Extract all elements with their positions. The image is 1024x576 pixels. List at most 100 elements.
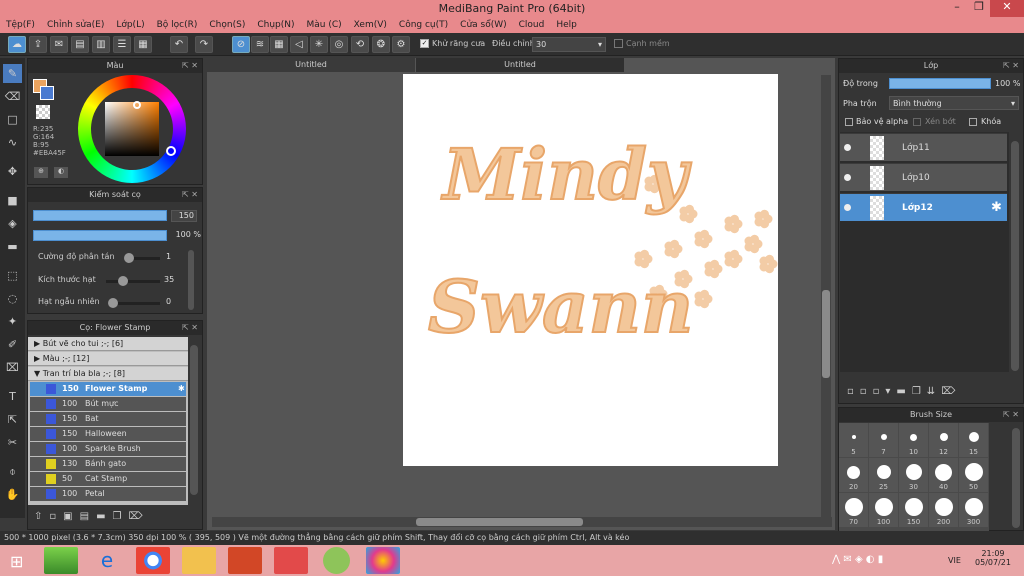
brush-control-scrollbar[interactable] xyxy=(188,250,194,310)
brush-item[interactable]: 100 Bút mực xyxy=(30,397,186,411)
select-rect-icon[interactable]: ⬚ xyxy=(3,266,22,285)
gear-icon[interactable]: ✱ xyxy=(178,382,185,396)
brush-size-cell[interactable]: 25 xyxy=(869,458,898,492)
circle-snap-icon[interactable]: ◎ xyxy=(330,36,348,53)
particle-size-knob[interactable] xyxy=(118,276,128,286)
curve-snap-icon[interactable]: ⟲ xyxy=(351,36,369,53)
app-grid-icon[interactable] xyxy=(274,547,308,574)
brush-size-cell[interactable]: 50 xyxy=(959,458,988,492)
brush-list-scrollbar[interactable] xyxy=(190,345,198,495)
brush-item[interactable]: 100 Petal xyxy=(30,487,186,501)
brush-size-cell[interactable]: 70 xyxy=(839,493,868,527)
panel-close-icon[interactable]: ⇱ ✕ xyxy=(182,188,198,202)
particle-size-slider[interactable] xyxy=(106,280,160,283)
brush-size-cell[interactable]: 15 xyxy=(959,423,988,457)
powerpoint-icon[interactable] xyxy=(228,547,262,574)
brush-size-cell[interactable]: 12 xyxy=(929,423,958,457)
layer-row[interactable]: Lớp10 xyxy=(840,163,1007,191)
chrome-icon[interactable] xyxy=(136,547,170,574)
menu-help[interactable]: Help xyxy=(556,20,577,30)
eyedrop-color-icon[interactable]: ◐ xyxy=(54,167,68,178)
clip-checkbox[interactable] xyxy=(913,118,921,126)
parallel-snap-icon[interactable]: ≋ xyxy=(251,36,269,53)
rect-tool-icon[interactable]: □ xyxy=(3,110,22,129)
blur-tool-icon[interactable]: ∿ xyxy=(3,133,22,152)
canvas-paper[interactable]: Mindy Swann xyxy=(403,74,778,466)
soft-edge-checkbox[interactable] xyxy=(614,39,623,48)
brush-size-cell[interactable]: 200 xyxy=(929,493,958,527)
bucket-tool-icon[interactable]: ◈ xyxy=(3,214,22,233)
clock[interactable]: 21:09 05/07/21 xyxy=(972,549,1014,567)
menu-filter[interactable]: Bộ lọc(R) xyxy=(157,20,198,30)
export-icon[interactable]: ⇪ xyxy=(29,36,47,53)
tray-icons[interactable]: ⋀ ✉ ◈ ◐ ▮ xyxy=(832,554,883,565)
ring-snap-icon[interactable]: ❂ xyxy=(372,36,390,53)
panel-close-icon[interactable]: ⇱ ✕ xyxy=(182,59,198,73)
perspective-snap-icon[interactable]: ◁ xyxy=(290,36,308,53)
menu-window[interactable]: Cửa sổ(W) xyxy=(460,20,506,30)
brush-item[interactable]: 50 Cat Stamp xyxy=(30,472,186,486)
sv-cursor[interactable] xyxy=(133,101,141,109)
brush-size-cell[interactable]: 5 xyxy=(839,423,868,457)
brush-item[interactable]: 130 Bánh gato xyxy=(30,457,186,471)
maximize-button[interactable]: ❐ xyxy=(966,0,992,17)
size-slider[interactable] xyxy=(33,210,167,221)
eyedropper-tool-icon[interactable]: ⌽ xyxy=(3,462,22,481)
blend-select[interactable]: Bình thường ▾ xyxy=(889,96,1019,110)
layer-opacity-slider[interactable] xyxy=(889,78,991,89)
brush-group[interactable]: ▶ Bút vẽ cho tui ;-; [6] xyxy=(28,337,188,351)
menu-layer[interactable]: Lớp(L) xyxy=(116,20,144,30)
brush-size-cell[interactable]: 150 xyxy=(899,493,928,527)
layer-row-selected[interactable]: Lớp12 ✱ xyxy=(840,193,1007,221)
brush-size-cell[interactable]: 10 xyxy=(899,423,928,457)
list-icon[interactable]: ☰ xyxy=(113,36,131,53)
hand-tool-icon[interactable]: ✋ xyxy=(3,485,22,504)
bluestacks-icon[interactable] xyxy=(44,547,78,574)
brush-item[interactable]: 150 Bat xyxy=(30,412,186,426)
menu-snap[interactable]: Chụp(N) xyxy=(257,20,294,30)
tab-untitled-1[interactable]: Untitled xyxy=(207,58,415,72)
palette-icon[interactable]: ⊕ xyxy=(34,167,48,178)
panel-close-icon[interactable]: ⇱ ✕ xyxy=(1003,408,1019,422)
antialias-checkbox[interactable]: ✓ xyxy=(420,39,429,48)
canvas-h-scrollbar-track[interactable] xyxy=(212,517,832,527)
background-swatch[interactable] xyxy=(40,86,54,100)
panel-close-icon[interactable]: ⇱ ✕ xyxy=(182,321,198,335)
scatter-knob[interactable] xyxy=(124,253,134,263)
add-layer-menu-icon[interactable]: ▾ xyxy=(885,386,896,397)
new-8bit-layer-icon[interactable]: ▫ xyxy=(873,386,886,397)
fill-rect-tool-icon[interactable]: ■ xyxy=(3,191,22,210)
brush-item[interactable]: 150 Flower Stamp ✱ xyxy=(30,382,186,396)
menu-file[interactable]: Tệp(F) xyxy=(6,20,35,30)
visibility-icon[interactable] xyxy=(844,144,851,151)
menu-edit[interactable]: Chỉnh sửa(E) xyxy=(47,20,104,30)
grid-snap-icon[interactable]: ▦ xyxy=(270,36,288,53)
layer-row[interactable]: Lớp11 xyxy=(840,133,1007,161)
canvas-h-scrollbar-thumb[interactable] xyxy=(416,518,583,526)
lasso-tool-icon[interactable]: ◌ xyxy=(3,289,22,308)
brush-size-cell[interactable]: 30 xyxy=(899,458,928,492)
menu-select[interactable]: Chọn(S) xyxy=(209,20,245,30)
brush-settings-icon[interactable]: ▤ xyxy=(80,511,96,522)
eraser-tool-icon[interactable]: ⌫ xyxy=(3,87,22,106)
size-value[interactable]: 150 xyxy=(171,210,197,222)
input-language[interactable]: VIE xyxy=(948,556,961,565)
brush-size-cell[interactable]: 40 xyxy=(929,458,958,492)
opacity-slider[interactable] xyxy=(33,230,167,241)
lock-checkbox[interactable] xyxy=(969,118,977,126)
magic-wand-icon[interactable]: ✦ xyxy=(3,312,22,331)
canvas-v-scrollbar-thumb[interactable] xyxy=(822,290,830,378)
radial-snap-icon[interactable]: ✳ xyxy=(310,36,328,53)
merge-layer-icon[interactable]: ⇊ xyxy=(927,386,941,397)
new-brush-icon[interactable]: ▫ xyxy=(49,511,63,522)
add-folder-icon[interactable]: ▣ xyxy=(63,511,79,522)
dialog-icon[interactable]: ▤ xyxy=(71,36,89,53)
grid-icon[interactable]: ▦ xyxy=(134,36,152,53)
internet-explorer-icon[interactable]: e xyxy=(90,547,124,574)
hue-cursor[interactable] xyxy=(166,146,176,156)
gear-icon[interactable]: ✱ xyxy=(991,200,1002,215)
brush-tool-icon[interactable]: ✎ xyxy=(3,64,22,83)
saturation-value-square[interactable] xyxy=(105,102,159,156)
operation-tool-icon[interactable]: ⇱ xyxy=(3,410,22,429)
cloud-icon[interactable]: ☁ xyxy=(8,36,26,53)
